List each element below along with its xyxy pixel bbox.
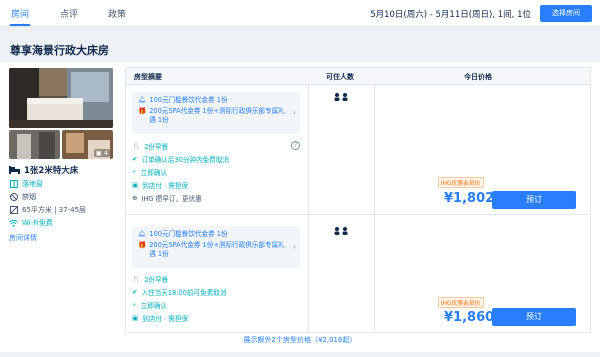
check-circle-icon: ✔ <box>132 288 138 296</box>
room-title: 尊享海景行政大床房 <box>10 44 109 57</box>
show-more-rates-link[interactable]: 展示额外2个房型价格（¥2,016起） <box>0 335 600 345</box>
top-nav-bar: 房间 点评 政策 5月10日(周六) - 5月11日(周日), 1间, 1位 选… <box>0 0 600 27</box>
room-details-link[interactable]: 房间详情 <box>9 233 37 243</box>
fork-knife-icon: 🍴 <box>132 142 141 150</box>
check-circle-icon: ✔ <box>132 155 138 163</box>
member-price-tag: IHG优惠会员价 <box>438 297 484 308</box>
benefit-breakfast: 🍴 2份早餐 <box>132 142 169 151</box>
package-item: 🎁 200元SPA代金券 1份+测际行政俱乐部专属礼遇 1份 <box>138 241 285 258</box>
window-icon <box>9 180 18 189</box>
room-photo-main[interactable] <box>9 68 113 128</box>
bell-icon: 🛎 <box>138 96 147 104</box>
wifi-icon <box>9 219 18 228</box>
benefit-payment: ▣ 到店付 · 需担保 <box>132 314 189 323</box>
rate-table: 房型摘要 可住人数 今日价格 🛎 100元门槛餐饮代金券 1份 🎁 200元SPA代… <box>125 67 591 333</box>
date-range-summary[interactable]: 5月10日(周六) - 5月11日(周日), 1间, 1位 <box>370 8 531 20</box>
benefit-payment: ▣ 到店付 · 需担保 <box>132 181 189 190</box>
book-button[interactable]: 预订 <box>492 308 576 326</box>
person-icon <box>334 93 348 101</box>
header-summary: 房型摘要 <box>134 73 162 81</box>
choose-room-button[interactable]: 选择房间 <box>540 5 592 22</box>
lightning-icon: ⚡ <box>132 301 137 309</box>
help-icon[interactable]: ? <box>291 141 300 150</box>
book-button[interactable]: 预订 <box>492 191 576 209</box>
bed-icon <box>9 166 20 174</box>
bell-icon: 🛎 <box>138 230 147 238</box>
room-photo-thumb-1[interactable] <box>9 130 60 159</box>
divider <box>308 85 309 333</box>
package-item: 🛎 100元门槛餐饮代金券 1份 <box>138 230 228 238</box>
area-icon <box>9 206 18 215</box>
occupancy-icons <box>334 227 350 237</box>
tab-policies[interactable]: 政策 <box>108 7 126 20</box>
bed-type: 1张2米特大床 <box>9 164 78 176</box>
feature-window: 落地窗 <box>9 179 43 189</box>
rate-price: ¥1,860 <box>444 310 495 325</box>
wallet-icon: ▣ <box>132 181 139 189</box>
occupancy-icons <box>334 93 350 103</box>
chevron-right-icon: › <box>292 242 296 251</box>
person-icon <box>334 227 348 235</box>
tab-rooms[interactable]: 房间 <box>11 7 29 20</box>
active-tab-indicator <box>10 24 30 26</box>
rate-table-header: 房型摘要 可住人数 今日价格 <box>126 68 590 85</box>
package-box[interactable]: 🛎 100元门槛餐饮代金券 1份 🎁 200元SPA代金券 1份+测际行政俱乐部专属… <box>132 226 300 268</box>
lightning-icon: ⚡ <box>132 168 137 176</box>
divider <box>374 85 375 333</box>
package-item: 🛎 100元门槛餐饮代金券 1份 <box>138 96 228 104</box>
rate-price: ¥1,802 <box>444 191 495 206</box>
benefit-ihg[interactable]: ⊕ IHG 攒早订，更优惠 <box>132 193 202 203</box>
fork-knife-icon: 🍴 <box>132 275 141 283</box>
benefit-instant-confirm: ⚡ 立即确认 <box>132 301 168 310</box>
package-item: 🎁 200元SPA代金券 1份+测际行政俱乐部专属礼遇 1份 <box>138 107 285 124</box>
header-price: 今日价格 <box>464 73 492 81</box>
benefit-cancellation: ✔ 入住当天18:00前可免费取消 <box>132 288 227 297</box>
gift-icon: 🎁 <box>138 241 147 249</box>
photo-count: ▣ 4 <box>93 149 110 157</box>
divider <box>126 214 590 215</box>
package-box[interactable]: 🛎 100元门槛餐饮代金券 1份 🎁 200元SPA代金券 1份+测际行政俱乐部专属… <box>132 92 300 134</box>
room-photo-thumb-2[interactable]: ▣ 4 <box>62 130 113 159</box>
room-card: ▣ 4 1张2米特大床 落地窗 禁烟 65平方米 | 37-45层 Wi-Fi免… <box>0 62 600 352</box>
no-smoking-icon <box>9 193 18 202</box>
gift-icon: 🎁 <box>138 107 147 115</box>
tab-reviews[interactable]: 点评 <box>60 7 78 20</box>
feature-wifi: Wi-Fi免费 <box>9 218 53 228</box>
plus-circle-icon: ⊕ <box>132 194 138 202</box>
chevron-right-icon: › <box>292 108 296 117</box>
feature-area-floor: 65平方米 | 37-45层 <box>9 205 86 215</box>
benefit-instant-confirm: ⚡ 立即确认 <box>132 168 168 177</box>
member-price-tag: IHG优惠会员价 <box>438 177 484 188</box>
benefit-breakfast: 🍴 2份早餐 <box>132 275 169 284</box>
feature-no-smoking: 禁烟 <box>9 192 36 202</box>
header-occupancy: 可住人数 <box>326 73 354 81</box>
wallet-icon: ▣ <box>132 314 139 322</box>
benefit-cancellation: ✔ 订单确认后30分钟内免费取消 <box>132 155 230 164</box>
